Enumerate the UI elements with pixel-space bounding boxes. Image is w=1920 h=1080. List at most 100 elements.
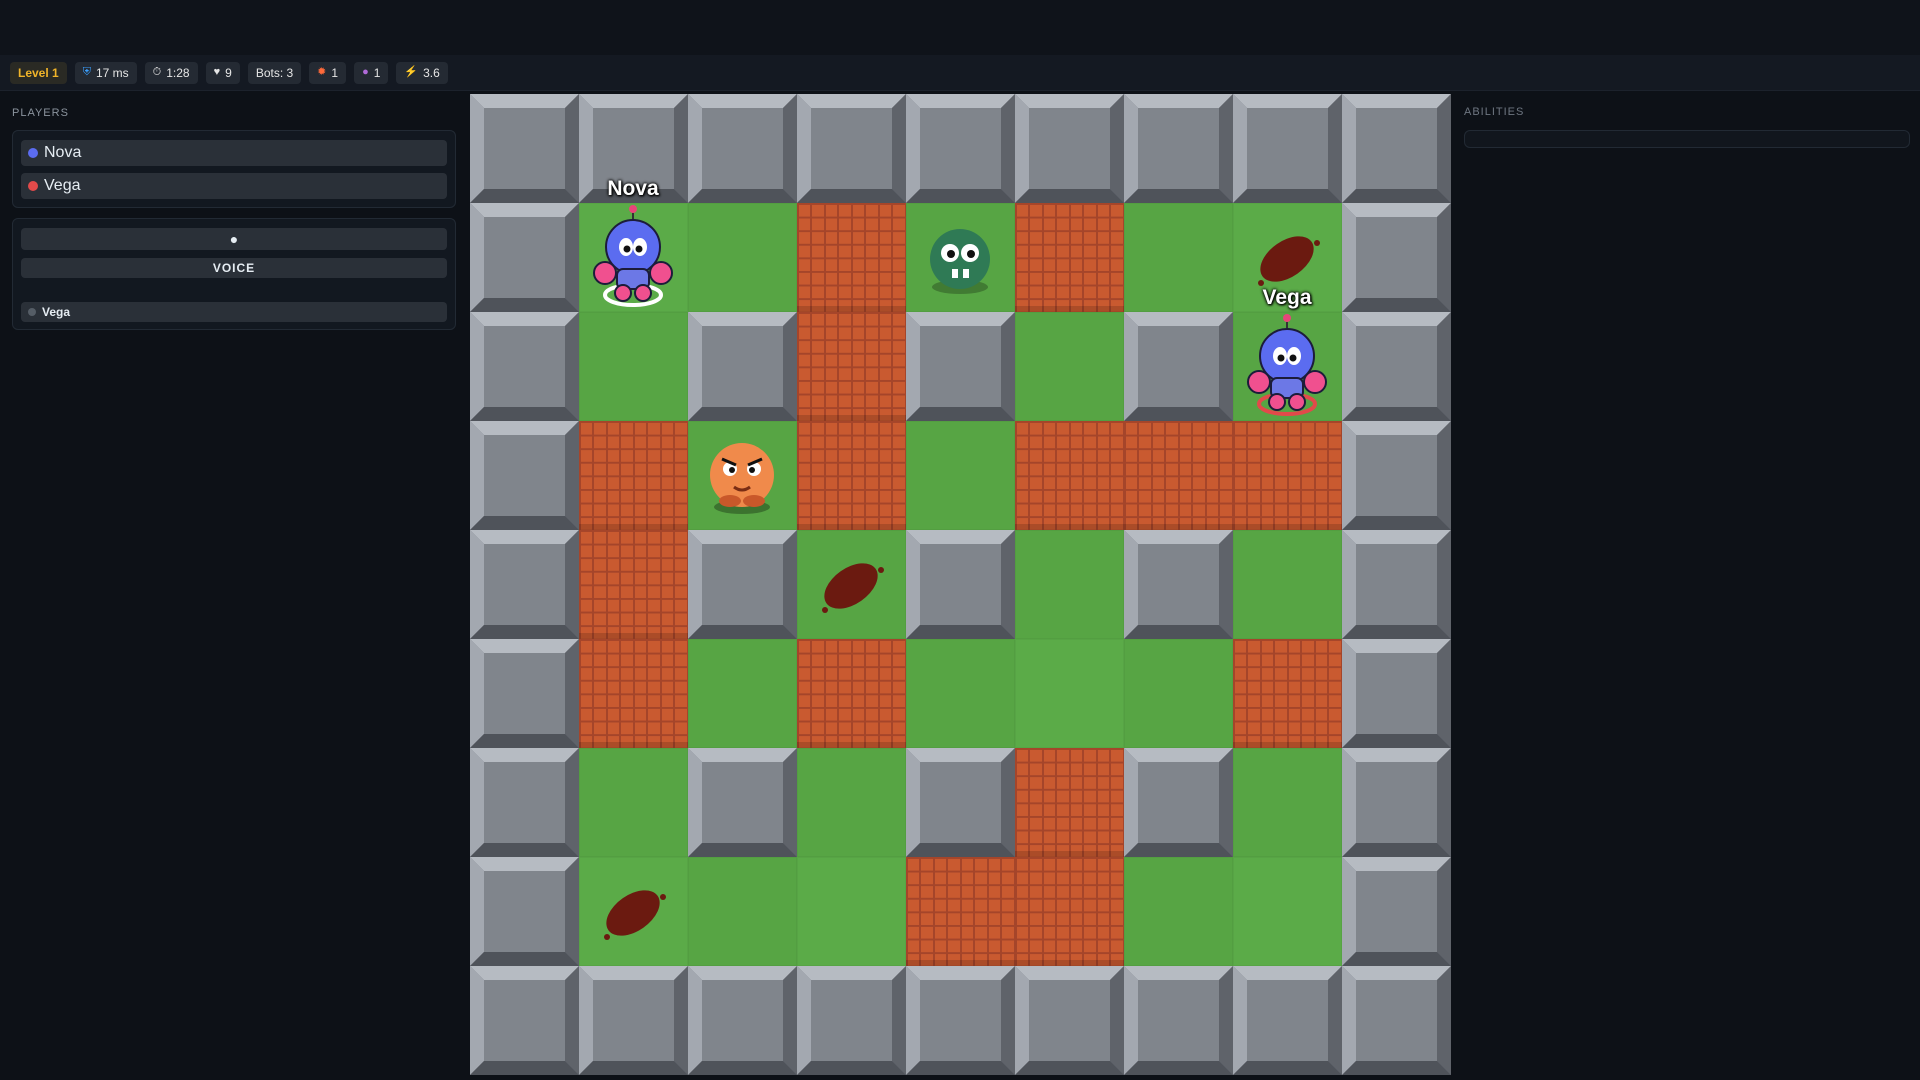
speaker-status-dot xyxy=(28,308,36,316)
steel-wall-tile xyxy=(1015,966,1124,1075)
voice-label: VOICE xyxy=(212,261,256,275)
steel-wall-tile xyxy=(1342,312,1451,421)
bots-indicator: Bots: 3 xyxy=(247,61,302,84)
steel-wall-tile xyxy=(470,203,579,312)
steel-wall-tile xyxy=(1233,94,1342,203)
grass-tile xyxy=(906,421,1015,530)
steel-wall-tile xyxy=(579,966,688,1075)
steel-wall-tile xyxy=(1233,966,1342,1075)
brick-block-tile xyxy=(1015,748,1124,857)
steel-wall-tile xyxy=(1124,966,1233,1075)
grass-tile xyxy=(1124,857,1233,966)
brick-block-tile xyxy=(797,312,906,421)
speaker-name: Vega xyxy=(42,305,71,319)
brick-block-tile xyxy=(1015,203,1124,312)
brick-block-tile xyxy=(797,203,906,312)
brick-block-tile xyxy=(797,421,906,530)
player-character-nova xyxy=(579,203,688,317)
grass-tile xyxy=(1233,857,1342,966)
brick-block-tile xyxy=(1015,857,1124,966)
grass-tile xyxy=(797,857,906,966)
brick-block-tile xyxy=(1015,421,1124,530)
fire-icon: ✹ xyxy=(317,66,327,78)
grass-tile xyxy=(1233,748,1342,857)
grass-tile xyxy=(688,639,797,748)
steel-wall-tile xyxy=(688,748,797,857)
steel-wall-tile xyxy=(470,748,579,857)
grass-tile xyxy=(579,312,688,421)
grass-tile xyxy=(688,203,797,312)
bots-value: Bots: 3 xyxy=(255,65,294,80)
fire-value: 1 xyxy=(331,65,339,80)
steel-wall-tile xyxy=(906,94,1015,203)
steel-wall-tile xyxy=(470,966,579,1075)
mic-toggle-button[interactable]: ● xyxy=(21,228,447,250)
players-title: PLAYERS xyxy=(12,107,69,119)
game-board[interactable]: Nova Vega xyxy=(470,94,1451,1075)
player-name: Nova xyxy=(44,144,82,161)
steel-wall-tile xyxy=(1342,203,1451,312)
steel-wall-tile xyxy=(688,530,797,639)
player-color-dot xyxy=(28,181,38,191)
ping-value: 17 ms xyxy=(95,65,129,80)
orange-brute-enemy xyxy=(688,421,797,535)
steel-wall-tile xyxy=(1124,94,1233,203)
brick-block-tile xyxy=(1233,639,1342,748)
steel-wall-tile xyxy=(470,312,579,421)
lives-value: 9 xyxy=(225,65,232,80)
player-name: Vega xyxy=(44,177,81,194)
steel-wall-tile xyxy=(1342,857,1451,966)
green-blob-enemy xyxy=(906,203,1015,317)
bombs-indicator: ● 1 xyxy=(354,61,389,84)
grass-tile xyxy=(1015,312,1124,421)
steel-wall-tile xyxy=(906,312,1015,421)
player-row-vega[interactable]: Vega xyxy=(21,173,447,199)
steel-wall-tile xyxy=(1124,530,1233,639)
brick-block-tile xyxy=(906,857,1015,966)
steel-wall-tile xyxy=(1342,966,1451,1075)
steel-wall-tile xyxy=(1342,639,1451,748)
player-color-dot xyxy=(28,148,38,158)
speed-indicator: ⚡ 3.6 xyxy=(396,61,448,84)
speed-value: 3.6 xyxy=(423,65,440,80)
ping-indicator: ⛨ 17 ms xyxy=(74,61,137,84)
abilities-title: ABILITIES xyxy=(1464,106,1525,118)
steel-wall-tile xyxy=(906,530,1015,639)
heart-icon: ♥ xyxy=(213,66,221,78)
grass-tile xyxy=(797,748,906,857)
player-character-vega xyxy=(1233,312,1342,426)
microphone-icon: ● xyxy=(229,231,239,247)
steel-wall-tile xyxy=(797,94,906,203)
player-row-nova[interactable]: Nova xyxy=(21,140,447,166)
steel-wall-tile xyxy=(1124,312,1233,421)
steel-wall-tile xyxy=(470,530,579,639)
voice-speaker-row: Vega xyxy=(21,302,447,322)
stopwatch-icon: ⏱ xyxy=(152,66,162,78)
bombs-value: 1 xyxy=(373,65,381,80)
steel-wall-tile xyxy=(688,94,797,203)
steel-wall-tile xyxy=(906,748,1015,857)
grass-tile xyxy=(688,857,797,966)
player-name-tag: Vega xyxy=(1262,286,1312,309)
fire-indicator: ✹ 1 xyxy=(309,61,347,84)
level-label: Level 1 xyxy=(18,65,59,80)
top-bar xyxy=(0,0,1920,55)
players-card: Nova Vega xyxy=(12,130,456,208)
lightning-icon: ⚡ xyxy=(404,66,419,78)
brick-block-tile xyxy=(579,530,688,639)
steel-wall-tile xyxy=(688,312,797,421)
steel-wall-tile xyxy=(906,966,1015,1075)
level-badge: Level 1 xyxy=(10,61,67,84)
voice-button[interactable]: VOICE xyxy=(21,258,447,278)
brick-block-tile xyxy=(797,639,906,748)
player-name-tag: Nova xyxy=(607,177,659,200)
steel-wall-tile xyxy=(470,857,579,966)
brick-block-tile xyxy=(579,639,688,748)
steel-wall-tile xyxy=(1015,94,1124,203)
steel-wall-tile xyxy=(1342,94,1451,203)
grass-tile xyxy=(579,748,688,857)
steel-wall-tile xyxy=(470,421,579,530)
steel-wall-tile xyxy=(1124,748,1233,857)
abilities-bar xyxy=(1464,130,1910,148)
brick-block-tile xyxy=(1124,421,1233,530)
